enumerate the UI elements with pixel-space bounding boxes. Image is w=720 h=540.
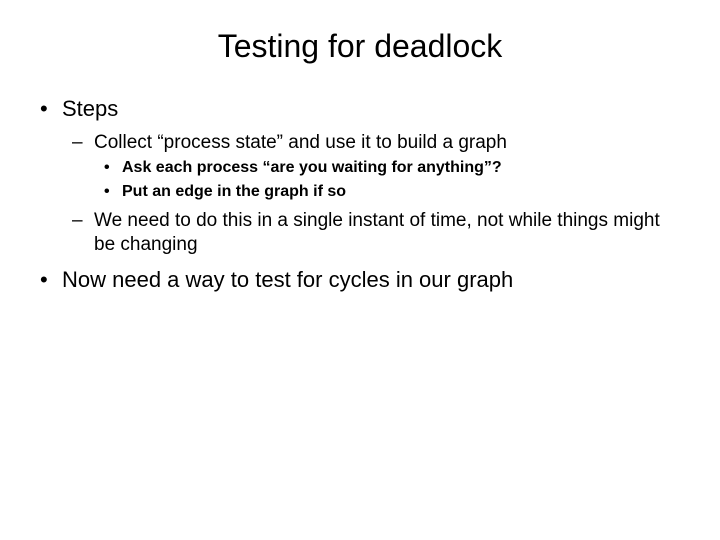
list-item: Collect “process state” and use it to bu… — [68, 131, 686, 203]
bullet-text: Now need a way to test for cycles in our… — [62, 267, 513, 292]
bullet-list-level1: Steps Collect “process state” and use it… — [34, 95, 686, 294]
list-item: Steps Collect “process state” and use it… — [34, 95, 686, 256]
list-item: Put an edge in the graph if so — [100, 182, 686, 203]
bullet-list-level3: Ask each process “are you waiting for an… — [94, 158, 686, 203]
list-item: Ask each process “are you waiting for an… — [100, 158, 686, 179]
bullet-list-level2: Collect “process state” and use it to bu… — [62, 131, 686, 257]
bullet-text: Put an edge in the graph if so — [122, 183, 346, 200]
bullet-text: Collect “process state” and use it to bu… — [94, 132, 507, 153]
slide-body: Steps Collect “process state” and use it… — [0, 95, 720, 294]
list-item: Now need a way to test for cycles in our… — [34, 266, 686, 294]
slide-title: Testing for deadlock — [0, 0, 720, 95]
bullet-text: Steps — [62, 96, 118, 121]
slide: Testing for deadlock Steps Collect “proc… — [0, 0, 720, 540]
bullet-text: We need to do this in a single instant o… — [94, 210, 660, 255]
list-item: We need to do this in a single instant o… — [68, 209, 686, 257]
bullet-text: Ask each process “are you waiting for an… — [122, 159, 502, 176]
